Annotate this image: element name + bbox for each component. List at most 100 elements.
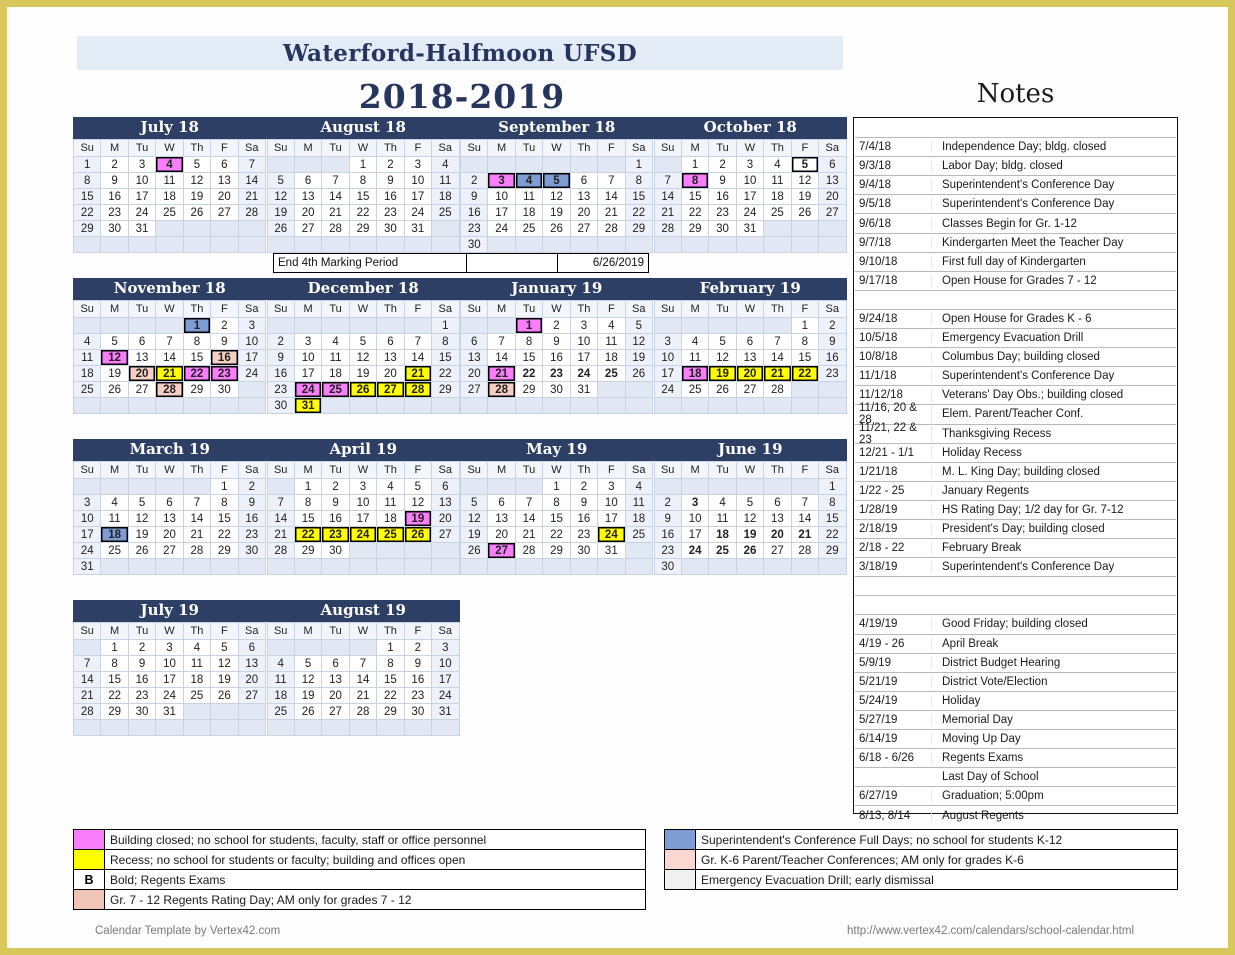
calendar-day[interactable]: 29 [681,221,709,236]
calendar-day[interactable]: 26 [543,221,570,236]
calendar-day[interactable]: 7 [488,334,515,349]
calendar-day[interactable]: 25 [377,527,404,542]
calendar-day[interactable]: 28 [764,382,791,397]
calendar-day[interactable]: 24 [598,527,625,542]
calendar-day[interactable]: 28 [267,543,294,558]
calendar-day[interactable]: 4 [598,318,625,333]
calendar-day[interactable]: 27 [211,205,238,220]
calendar-day[interactable]: 11 [598,334,625,349]
calendar-day[interactable]: 30 [654,559,681,574]
calendar-day[interactable]: 27 [432,527,459,542]
calendar-day[interactable]: 29 [625,221,652,236]
calendar-day[interactable]: 15 [377,672,404,687]
calendar-day[interactable]: 7 [791,495,819,510]
calendar-day[interactable]: 9 [128,656,156,671]
calendar-day[interactable]: 3 [294,334,322,349]
calendar-day[interactable]: 13 [736,350,764,365]
calendar-day[interactable]: 18 [74,366,101,381]
calendar-day[interactable]: 15 [74,189,101,204]
calendar-day[interactable]: 14 [238,173,265,188]
calendar-day[interactable]: 27 [461,382,488,397]
calendar-day[interactable]: 30 [543,382,570,397]
calendar-day[interactable]: 1 [625,157,652,172]
calendar-day[interactable]: 22 [819,527,846,542]
calendar-day[interactable]: 11 [183,656,211,671]
calendar-day[interactable]: 24 [74,543,101,558]
calendar-day[interactable]: 15 [625,189,652,204]
calendar-day[interactable]: 8 [294,495,322,510]
calendar-day[interactable]: 20 [377,366,404,381]
calendar-day[interactable]: 10 [736,173,764,188]
calendar-day[interactable]: 1 [183,318,211,333]
calendar-day[interactable]: 11 [625,495,652,510]
calendar-day[interactable]: 29 [515,382,543,397]
calendar-day[interactable]: 20 [488,527,515,542]
calendar-day[interactable]: 28 [488,382,515,397]
calendar-day[interactable]: 18 [625,511,652,526]
calendar-day[interactable]: 15 [349,189,377,204]
calendar-day[interactable]: 27 [570,221,598,236]
calendar-day[interactable]: 20 [461,366,488,381]
calendar-day[interactable]: 22 [74,205,101,220]
calendar-day[interactable]: 7 [156,334,183,349]
calendar-day[interactable]: 21 [74,688,101,703]
calendar-day[interactable]: 11 [432,173,459,188]
calendar-day[interactable]: 15 [211,511,238,526]
calendar-day[interactable]: 28 [74,704,101,719]
calendar-day[interactable]: 25 [183,688,211,703]
calendar-day[interactable]: 7 [404,334,432,349]
calendar-day[interactable]: 16 [101,189,128,204]
calendar-day[interactable]: 2 [267,334,294,349]
calendar-day[interactable]: 14 [74,672,101,687]
calendar-day[interactable]: 13 [764,511,791,526]
calendar-day[interactable]: 27 [819,205,846,220]
calendar-day[interactable]: 4 [322,334,349,349]
calendar-day[interactable]: 11 [764,173,791,188]
calendar-day[interactable]: 7 [322,173,349,188]
calendar-day[interactable]: 31 [570,382,598,397]
calendar-day[interactable]: 9 [819,334,846,349]
calendar-day[interactable]: 12 [267,189,294,204]
calendar-day[interactable]: 18 [681,366,709,381]
calendar-day[interactable]: 31 [128,221,156,236]
calendar-day[interactable]: 2 [543,318,570,333]
calendar-day[interactable]: 18 [267,688,294,703]
calendar-day[interactable]: 10 [681,511,709,526]
calendar-day[interactable]: 22 [432,366,459,381]
calendar-day[interactable]: 20 [764,527,791,542]
calendar-day[interactable]: 17 [598,511,625,526]
calendar-day[interactable]: 31 [598,543,625,558]
calendar-day[interactable]: 18 [709,527,736,542]
calendar-day[interactable]: 19 [709,366,736,381]
calendar-day[interactable]: 27 [764,543,791,558]
calendar-day[interactable]: 8 [349,173,377,188]
calendar-day[interactable]: 6 [432,479,459,494]
calendar-day[interactable]: 24 [404,205,432,220]
calendar-day[interactable]: 26 [211,688,238,703]
calendar-day[interactable]: 16 [211,350,238,365]
calendar-day[interactable]: 8 [625,173,652,188]
calendar-day[interactable]: 3 [488,173,515,188]
calendar-day[interactable]: 26 [791,205,819,220]
calendar-day[interactable]: 4 [74,334,101,349]
calendar-day[interactable]: 13 [128,350,156,365]
calendar-day[interactable]: 23 [570,527,598,542]
calendar-day[interactable]: 14 [515,511,543,526]
calendar-day[interactable]: 23 [819,366,846,381]
calendar-day[interactable]: 19 [294,688,322,703]
calendar-day[interactable]: 1 [74,157,101,172]
calendar-day[interactable]: 22 [377,688,404,703]
calendar-day[interactable]: 14 [488,350,515,365]
calendar-day[interactable]: 10 [570,334,598,349]
calendar-day[interactable]: 20 [156,527,183,542]
calendar-day[interactable]: 23 [461,221,488,236]
calendar-day[interactable]: 19 [101,366,128,381]
calendar-day[interactable]: 29 [543,543,570,558]
calendar-day[interactable]: 7 [515,495,543,510]
calendar-day[interactable]: 17 [681,527,709,542]
calendar-day[interactable]: 10 [128,173,156,188]
calendar-day[interactable]: 15 [791,350,819,365]
calendar-day[interactable]: 20 [432,511,459,526]
calendar-day[interactable]: 24 [570,366,598,381]
calendar-day[interactable]: 28 [791,543,819,558]
